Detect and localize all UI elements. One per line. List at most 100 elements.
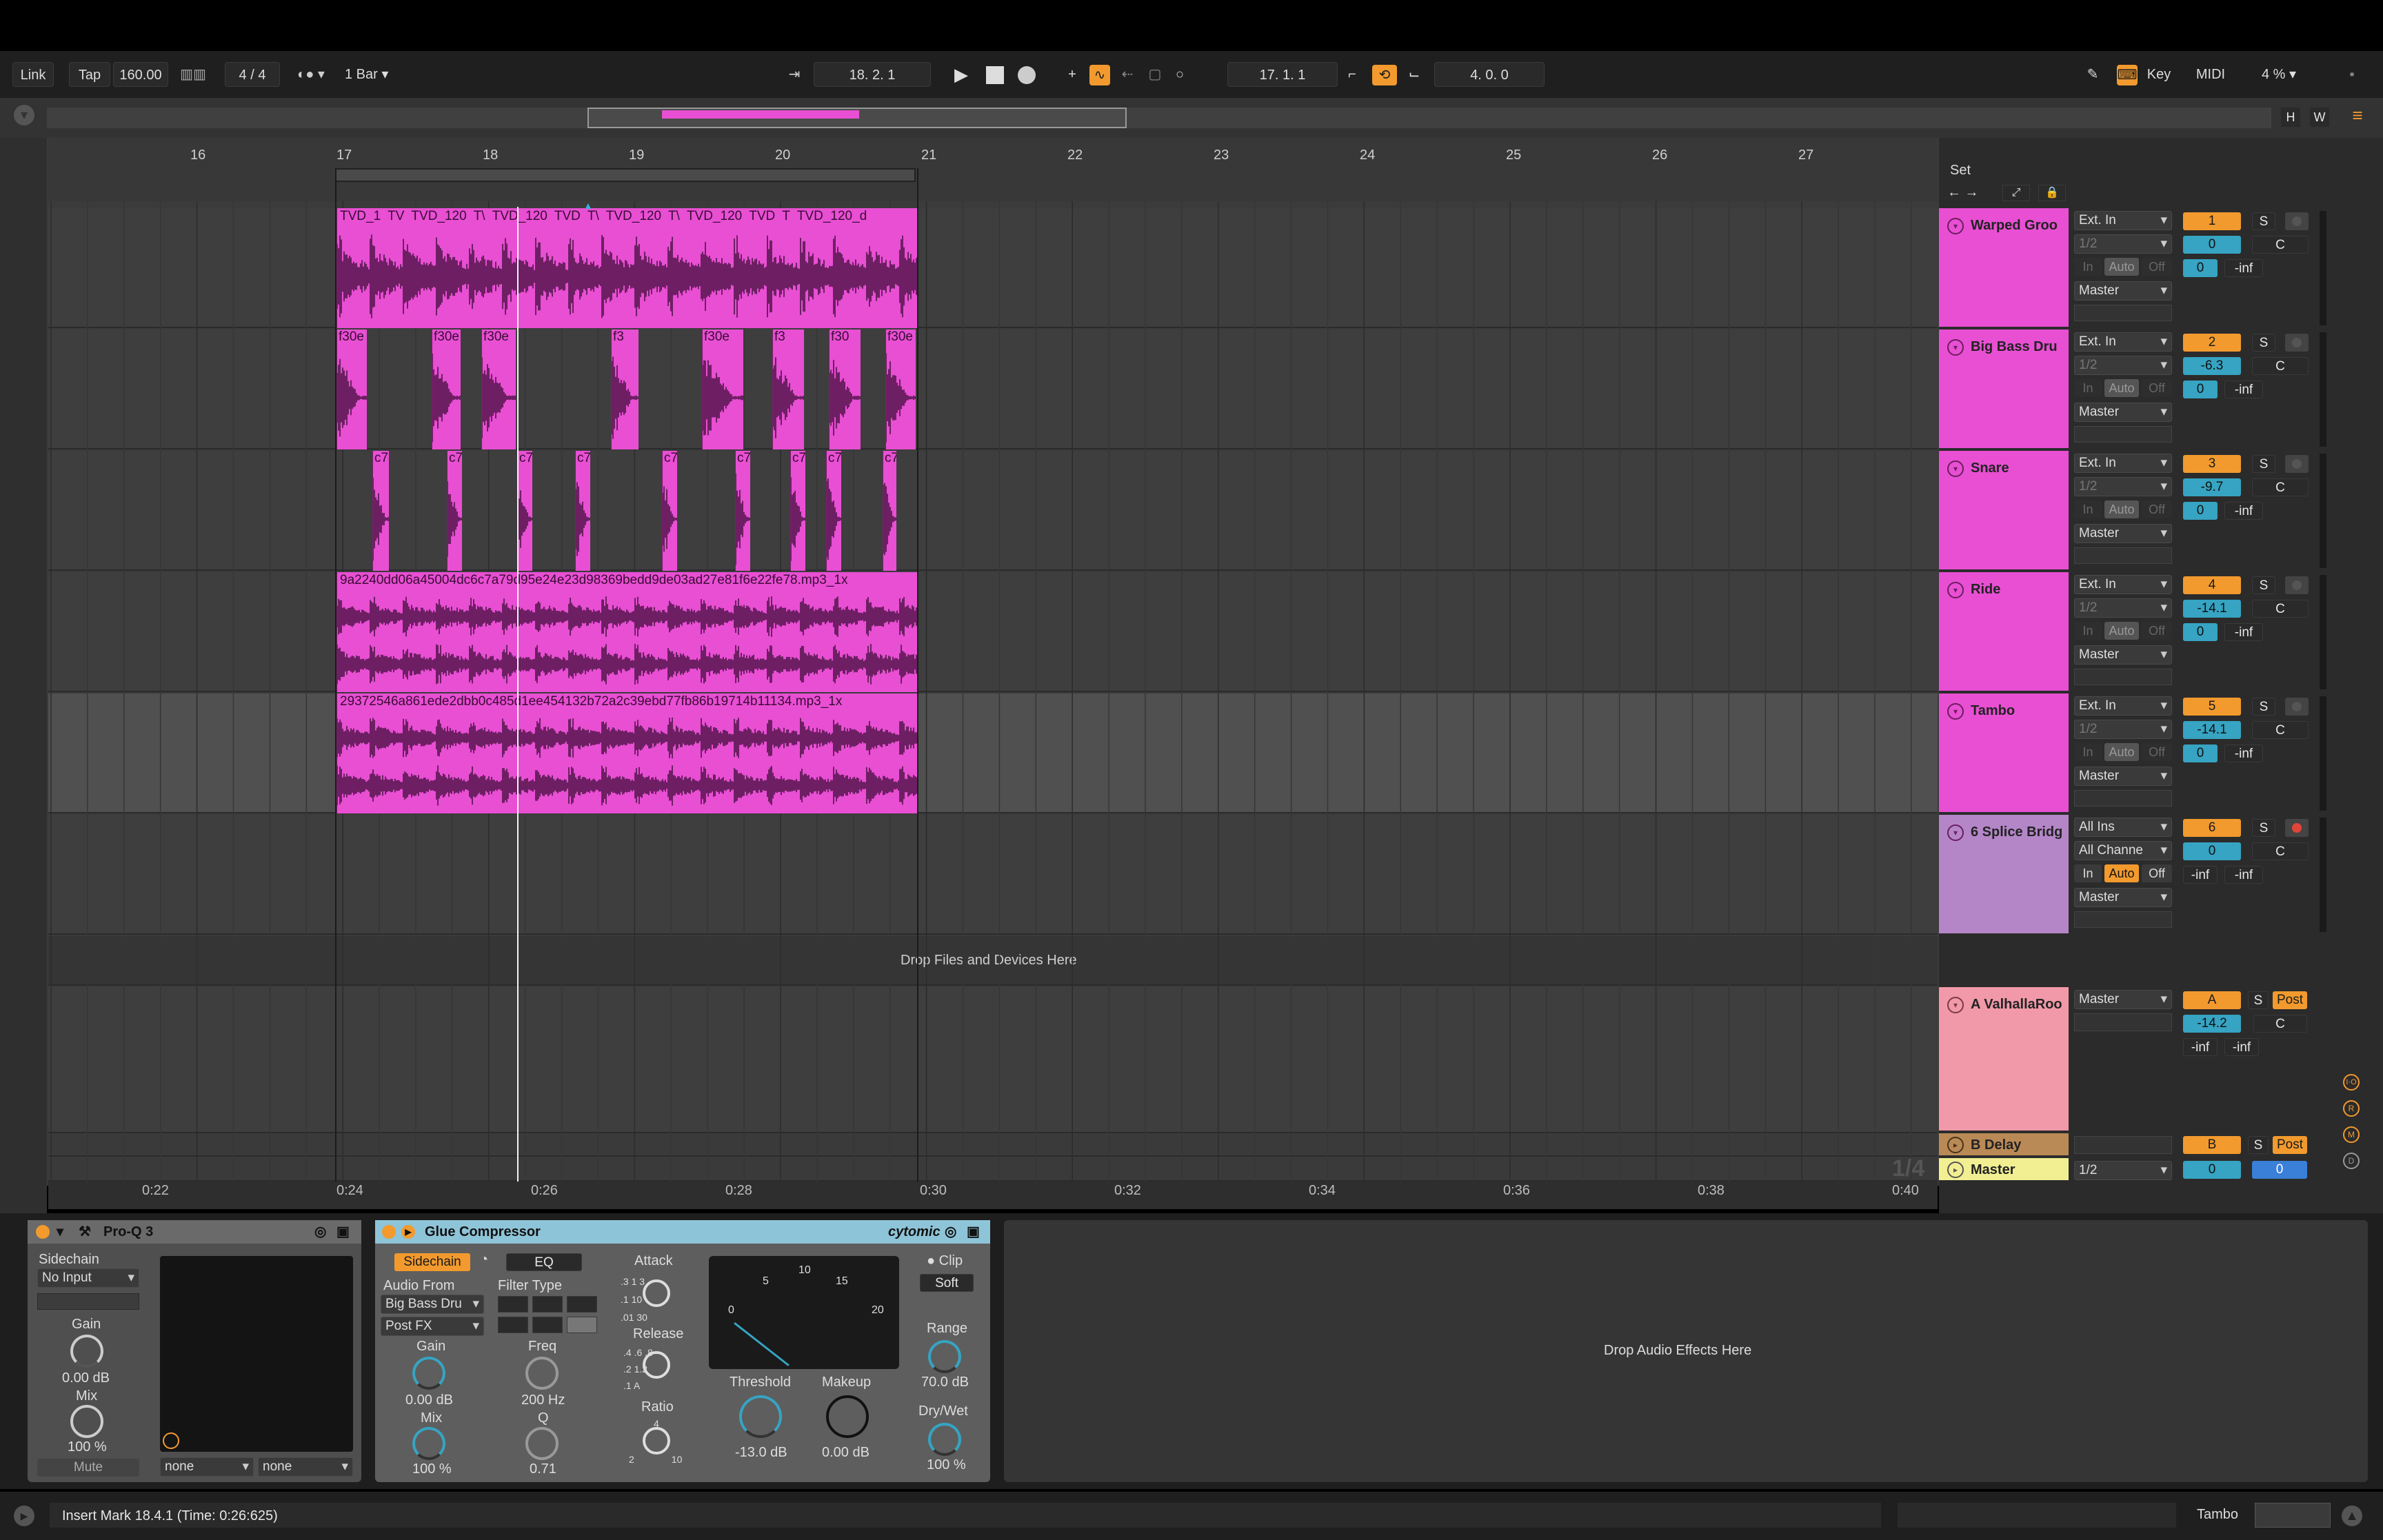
monitor-in-button[interactable]: In: [2074, 258, 2102, 276]
input-type-select[interactable]: Ext. In: [2074, 332, 2172, 352]
output-select[interactable]: Master: [2074, 524, 2172, 543]
tempo-field[interactable]: 160.00: [113, 62, 168, 87]
threshold-knob[interactable]: [739, 1395, 782, 1438]
monitor-off-button[interactable]: Off: [2142, 864, 2172, 882]
device-glue-compressor[interactable]: ▶ Glue Compressor cytomic ◎ ▣ Sidechain …: [375, 1220, 990, 1482]
track-activator[interactable]: 3: [2183, 455, 2241, 473]
track-activator[interactable]: 2: [2183, 334, 2241, 352]
volume-field[interactable]: -14.1: [2183, 600, 2241, 618]
wrench-icon[interactable]: ⚒: [79, 1220, 91, 1244]
clip-big-bass-drum[interactable]: f30e f30e f30e f3 f30e f3 f30 f30e: [336, 330, 917, 449]
volume-field[interactable]: 0: [2183, 236, 2241, 254]
fold-icon[interactable]: ▾: [1947, 218, 1964, 234]
tap-button[interactable]: Tap: [69, 62, 110, 87]
nav-arrows-icon[interactable]: ← →: [1947, 185, 1979, 201]
punch-out-icon[interactable]: ⌙: [1402, 62, 1426, 87]
input-select-1[interactable]: none: [160, 1457, 254, 1477]
record-button[interactable]: [1018, 66, 1036, 84]
fold-icon[interactable]: ▾: [1947, 460, 1964, 477]
h-button[interactable]: H: [2281, 108, 2300, 127]
collapse-icon[interactable]: ▾: [14, 105, 34, 125]
io-toggle-icon[interactable]: I·O: [2343, 1074, 2360, 1091]
session-record-icon[interactable]: ○: [1169, 62, 1190, 87]
monitor-auto-button[interactable]: Auto: [2104, 743, 2139, 761]
hit-clip[interactable]: f30e: [702, 330, 743, 449]
volume-field[interactable]: -6.3: [2183, 357, 2241, 375]
follow-icon[interactable]: ⇥: [781, 62, 808, 87]
hit-clip[interactable]: f3: [772, 330, 804, 449]
hit-clip[interactable]: c7: [735, 451, 750, 571]
filter-lowshelf-icon[interactable]: [498, 1317, 528, 1333]
monitor-off-button[interactable]: Off: [2142, 622, 2172, 640]
overview-bar[interactable]: ▾ H W ≡: [0, 98, 2383, 138]
drywet-knob[interactable]: [928, 1423, 961, 1456]
solo-button[interactable]: S: [2248, 991, 2269, 1009]
filter-highcut-icon[interactable]: [567, 1296, 597, 1313]
time-ruler[interactable]: [48, 1182, 1938, 1209]
device-on-icon[interactable]: [36, 1225, 50, 1239]
track-activator[interactable]: B: [2183, 1136, 2241, 1154]
pan-field[interactable]: C: [2252, 842, 2309, 860]
track-header-6[interactable]: ▾ 6 Splice Bridg: [1939, 815, 2069, 935]
input-channel-select[interactable]: 1/2: [2074, 720, 2172, 739]
filter-bell-icon[interactable]: [532, 1296, 563, 1313]
send-b-field[interactable]: -inf: [2224, 866, 2263, 884]
track-activator[interactable]: 4: [2183, 576, 2241, 594]
freq-knob[interactable]: [525, 1357, 559, 1390]
solo-button[interactable]: S: [2252, 334, 2275, 352]
hit-clip[interactable]: c7: [790, 451, 805, 571]
clip-ride[interactable]: 9a2240dd06a45004dc6c7a79d95e24e23d98369b…: [336, 572, 917, 692]
time-signature-field[interactable]: 4 / 4: [225, 62, 280, 87]
track-header-3[interactable]: ▾ Snare: [1939, 451, 2069, 571]
punch-in-icon[interactable]: ⌐: [1340, 62, 1364, 87]
post-button[interactable]: Post: [2273, 991, 2307, 1009]
device-pro-q3[interactable]: ▾ ⚒ Pro-Q 3 ◎ ▣ Sidechain No Input Gain …: [28, 1220, 361, 1482]
headphone-icon[interactable]: ◔: [480, 1252, 488, 1268]
w-button[interactable]: W: [2310, 108, 2329, 127]
overview-track[interactable]: [47, 108, 2271, 128]
monitor-auto-button[interactable]: Auto: [2104, 379, 2139, 397]
output-select[interactable]: Master: [2074, 888, 2172, 907]
output-select[interactable]: Master: [2074, 403, 2172, 422]
track-activator[interactable]: 5: [2183, 698, 2241, 716]
monitor-in-button[interactable]: In: [2074, 743, 2102, 761]
volume-field[interactable]: -14.2: [2183, 1015, 2241, 1033]
view-toggle-icon[interactable]: ▲: [2342, 1506, 2362, 1526]
arm-button[interactable]: [2285, 576, 2309, 594]
track-header-return-b[interactable]: ▸ B Delay: [1939, 1133, 2069, 1157]
input-type-select[interactable]: Ext. In: [2074, 696, 2172, 716]
monitor-auto-button[interactable]: Auto: [2104, 258, 2139, 276]
overdub-icon[interactable]: +: [1062, 62, 1083, 87]
range-knob[interactable]: [928, 1340, 961, 1373]
fold-icon[interactable]: ▾: [57, 1220, 63, 1244]
clip-snare[interactable]: c7 c7 c7 c7 c7 c7 c7 c7 c7: [336, 451, 917, 571]
filter-type-buttons[interactable]: [498, 1296, 600, 1336]
volume-field[interactable]: -9.7: [2183, 478, 2241, 496]
mixer-toggle-icon[interactable]: M: [2343, 1126, 2360, 1143]
key-map-button[interactable]: Key: [2142, 62, 2176, 87]
clip-warped-groove[interactable]: TVD_1 TV TVD_120 T\ TVD_120 TVD T\ TVD_120 T\ TVD…: [336, 208, 917, 328]
monitor-auto-button[interactable]: Auto: [2104, 500, 2139, 518]
track-activator[interactable]: 6: [2183, 819, 2241, 837]
hit-clip[interactable]: c7: [575, 451, 590, 571]
input-select-2[interactable]: none: [258, 1457, 353, 1477]
solo-button[interactable]: S: [2248, 1136, 2269, 1154]
volume-field[interactable]: 0: [2183, 842, 2241, 860]
monitor-in-button[interactable]: In: [2074, 379, 2102, 397]
track-header-5[interactable]: ▾ Tambo: [1939, 693, 2069, 813]
output-select[interactable]: Master: [2074, 990, 2172, 1009]
track-header-2[interactable]: ▾ Big Bass Dru: [1939, 330, 2069, 449]
solo-button[interactable]: S: [2252, 212, 2275, 230]
filter-notch-icon[interactable]: [532, 1317, 563, 1333]
track-header-4[interactable]: ▾ Ride: [1939, 572, 2069, 692]
send-b-field[interactable]: -inf: [2224, 1038, 2259, 1056]
fold-icon[interactable]: ▸: [1947, 1162, 1964, 1178]
pan-field[interactable]: C: [2252, 478, 2309, 496]
send-b-field[interactable]: -inf: [2224, 259, 2263, 277]
monitor-in-button[interactable]: In: [2074, 864, 2102, 882]
play-icon[interactable]: ▶: [401, 1225, 415, 1239]
output-select[interactable]: Master: [2074, 767, 2172, 786]
loop-switch-icon[interactable]: ⟲: [1372, 65, 1397, 85]
pan-field[interactable]: C: [2252, 721, 2309, 739]
hit-clip[interactable]: f30e: [481, 330, 516, 449]
